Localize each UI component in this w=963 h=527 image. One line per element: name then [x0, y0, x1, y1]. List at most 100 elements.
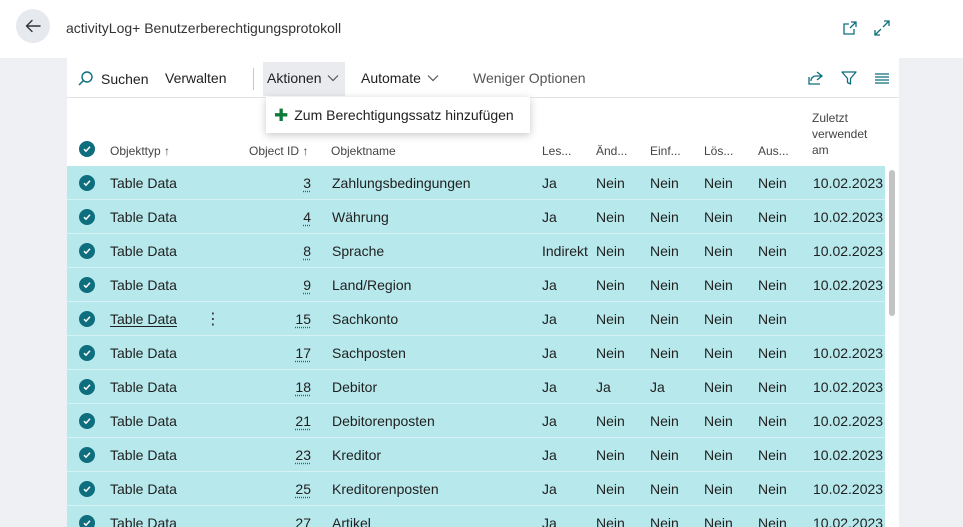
cell-object-id[interactable]: 3: [271, 175, 311, 191]
cell-object-id[interactable]: 9: [271, 277, 311, 293]
cell-objektname: Debitorenposten: [332, 413, 435, 429]
table-row[interactable]: Table Data 27 Artikel Ja Nein Nein Nein …: [67, 506, 885, 527]
cell-aendern: Nein: [596, 481, 625, 497]
column-header-zuletzt-line2: verwendet: [812, 126, 867, 142]
share-button[interactable]: [806, 68, 826, 88]
checkmark-icon: [82, 280, 92, 290]
cell-zuletzt-verwendet: 10.02.2023: [813, 345, 883, 361]
cell-aendern: Nein: [596, 175, 625, 191]
column-header-aendern[interactable]: Änd...: [596, 144, 627, 158]
row-checkbox[interactable]: [79, 175, 95, 191]
page-title: activityLog+ Benutzerberechtigungsprotok…: [66, 20, 341, 36]
row-checkbox[interactable]: [79, 311, 95, 327]
cell-aendern: Nein: [596, 413, 625, 429]
cell-einfuegen: Nein: [650, 413, 679, 429]
row-checkbox[interactable]: [79, 379, 95, 395]
cell-zuletzt-verwendet: 10.02.2023: [813, 515, 883, 527]
cell-einfuegen: Nein: [650, 345, 679, 361]
row-checkbox[interactable]: [79, 413, 95, 429]
expand-icon: [873, 19, 891, 37]
row-checkbox[interactable]: [79, 277, 95, 293]
cell-object-id[interactable]: 18: [271, 379, 311, 395]
column-header-lesen[interactable]: Les...: [542, 144, 571, 158]
chevron-down-icon: [327, 74, 339, 82]
cell-lesen: Ja: [542, 481, 557, 497]
cell-loeschen: Nein: [704, 515, 733, 527]
cell-einfuegen: Nein: [650, 175, 679, 191]
table-row[interactable]: Table Data 18 Debitor Ja Ja Ja Nein Nein…: [67, 370, 885, 404]
cell-object-id[interactable]: 17: [271, 345, 311, 361]
cell-objekttyp: Table Data: [110, 209, 177, 225]
cell-zuletzt-verwendet: 10.02.2023: [813, 413, 883, 429]
cell-object-id[interactable]: 23: [271, 447, 311, 463]
automate-label: Automate: [361, 70, 421, 86]
search-action[interactable]: Suchen: [77, 70, 148, 88]
cell-lesen: Ja: [542, 413, 557, 429]
open-in-new-window-icon: [841, 19, 859, 37]
top-bar: activityLog+ Benutzerberechtigungsprotok…: [0, 0, 963, 58]
cell-object-id[interactable]: 21: [271, 413, 311, 429]
row-checkbox[interactable]: [79, 481, 95, 497]
row-checkbox[interactable]: [79, 447, 95, 463]
aktionen-menu[interactable]: Aktionen: [267, 70, 339, 86]
row-more-options-icon[interactable]: ⋮: [205, 309, 221, 329]
cell-object-id[interactable]: 27: [271, 515, 311, 527]
column-header-loeschen[interactable]: Lös...: [704, 144, 733, 158]
table-row[interactable]: Table Data 17 Sachposten Ja Nein Nein Ne…: [67, 336, 885, 370]
column-header-zuletzt-verwendet[interactable]: Zuletzt verwendet am: [812, 110, 867, 158]
cell-zuletzt-verwendet: 10.02.2023: [813, 175, 883, 191]
cell-lesen: Ja: [542, 311, 557, 327]
table-row[interactable]: Table Data ⋮ 15 Sachkonto Ja Nein Nein N…: [67, 302, 885, 336]
column-header-ausfuehren[interactable]: Aus...: [758, 144, 789, 158]
cell-object-id[interactable]: 25: [271, 481, 311, 497]
table-row[interactable]: Table Data 25 Kreditorenposten Ja Nein N…: [67, 472, 885, 506]
fewer-options-label: Weniger Optionen: [473, 70, 586, 86]
cell-objekttyp: Table Data: [110, 175, 177, 191]
table-row[interactable]: Table Data 23 Kreditor Ja Nein Nein Nein…: [67, 438, 885, 472]
cell-loeschen: Nein: [704, 311, 733, 327]
table-row[interactable]: Table Data 4 Währung Ja Nein Nein Nein N…: [67, 200, 885, 234]
cell-ausfuehren: Nein: [758, 277, 787, 293]
column-header-objekttyp[interactable]: Objekttyp ↑: [110, 144, 170, 158]
table-row[interactable]: Table Data 21 Debitorenposten Ja Nein Ne…: [67, 404, 885, 438]
cell-object-id[interactable]: 4: [271, 209, 311, 225]
table-row[interactable]: Table Data 8 Sprache Indirekt Nein Nein …: [67, 234, 885, 268]
manage-action[interactable]: Verwalten: [165, 70, 226, 86]
checkmark-icon: [82, 178, 92, 188]
open-in-new-window-button[interactable]: [840, 18, 860, 38]
cell-object-id[interactable]: 8: [271, 243, 311, 259]
search-icon: [77, 70, 95, 88]
row-checkbox[interactable]: [79, 345, 95, 361]
column-header-objektname[interactable]: Objektname: [331, 144, 396, 158]
cell-objekttyp: Table Data: [110, 243, 177, 259]
aktionen-dropdown-item-add-to-permission-set[interactable]: ✚ Zum Berechtigungssatz hinzufügen: [266, 97, 530, 133]
cell-loeschen: Nein: [704, 277, 733, 293]
cell-loeschen: Nein: [704, 379, 733, 395]
cell-objekttyp[interactable]: Table Data: [110, 311, 177, 327]
expand-button[interactable]: [872, 18, 892, 38]
cell-einfuegen: Nein: [650, 209, 679, 225]
list-view-button[interactable]: [872, 68, 892, 88]
cell-lesen: Ja: [542, 379, 557, 395]
cell-einfuegen: Ja: [650, 379, 665, 395]
column-header-einfuegen[interactable]: Einf...: [650, 144, 681, 158]
cell-objekttyp: Table Data: [110, 277, 177, 293]
cell-aendern: Nein: [596, 345, 625, 361]
cell-zuletzt-verwendet: 10.02.2023: [813, 243, 883, 259]
back-button[interactable]: [16, 9, 50, 43]
row-checkbox[interactable]: [79, 209, 95, 225]
table-row[interactable]: Table Data 3 Zahlungsbedingungen Ja Nein…: [67, 166, 885, 200]
select-all-checkbox[interactable]: [79, 141, 95, 157]
row-checkbox[interactable]: [79, 515, 95, 527]
table-row[interactable]: Table Data 9 Land/Region Ja Nein Nein Ne…: [67, 268, 885, 302]
filter-button[interactable]: [839, 68, 859, 88]
fewer-options-button[interactable]: Weniger Optionen: [473, 70, 586, 86]
cell-objektname: Debitor: [332, 379, 377, 395]
row-checkbox[interactable]: [79, 243, 95, 259]
automate-menu[interactable]: Automate: [361, 70, 439, 86]
cell-aendern: Nein: [596, 277, 625, 293]
cell-object-id[interactable]: 15: [271, 311, 311, 327]
column-header-object-id[interactable]: Object ID ↑: [249, 144, 308, 158]
cell-aendern: Nein: [596, 209, 625, 225]
scrollbar-thumb[interactable]: [889, 170, 895, 316]
